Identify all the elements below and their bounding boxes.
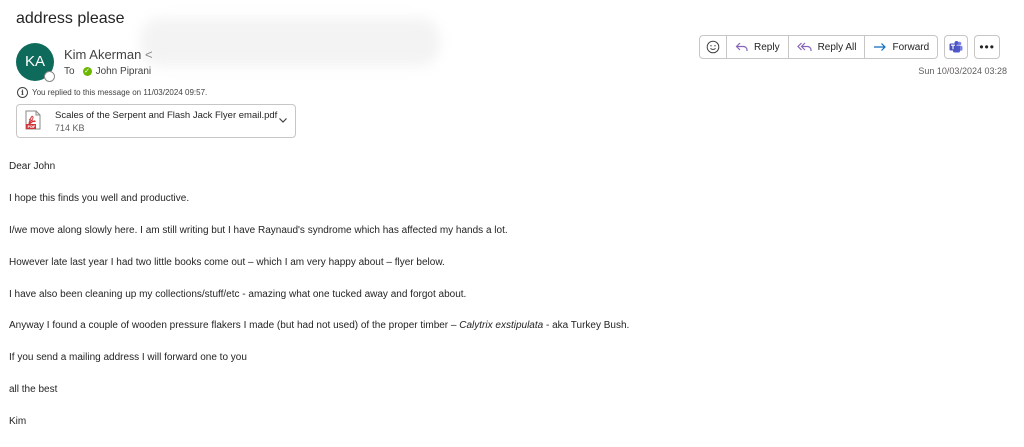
body-paragraph-6: If you send a mailing address I will for… [9,352,247,363]
forward-icon [874,43,887,51]
sender-name[interactable]: Kim Akerman < [64,47,153,62]
email-subject: address please [16,10,125,27]
forward-label: Forward [892,41,930,53]
recipient-name[interactable]: John Piprani [96,66,152,77]
sender-address-open: < [144,47,153,62]
body-paragraph-2: I/we move along slowly here. I am still … [9,225,508,236]
attachment-card[interactable]: PDF Scales of the Serpent and Flash Jack… [16,104,296,138]
teams-chat-button[interactable] [944,35,969,59]
body-greeting: Dear John [9,161,56,172]
body-signature: Kim [9,416,27,427]
reply-all-label: Reply All [817,41,857,53]
email-reading-pane: address please KA Kim Akerman < To ✓ Joh… [0,0,1024,447]
body-paragraph-5-end: - aka Turkey Bush. [543,320,630,331]
attachment-size: 714 KB [55,123,85,133]
teams-icon [949,41,963,53]
svg-text:PDF: PDF [28,125,36,129]
more-actions-button[interactable]: ••• [974,35,1001,59]
redacted-sender-address [140,18,440,66]
reply-all-icon [796,42,812,51]
info-icon: i [17,87,28,98]
to-label: To [64,66,75,77]
emoji-smile-icon [706,40,720,54]
sender-name-text: Kim Akerman [64,47,142,62]
forward-button[interactable]: Forward [865,36,937,58]
replied-notice-text: You replied to this message on 11/03/202… [32,88,208,97]
body-closing: all the best [9,384,58,395]
reply-actions-group: Reply Reply All Forward [699,35,939,59]
body-paragraph-4: I have also been cleaning up my collecti… [9,289,467,300]
chevron-down-icon[interactable] [277,114,289,126]
message-toolbar: Reply Reply All Forward ••• [699,35,1001,59]
body-paragraph-5-start: Anyway I found a couple of wooden pressu… [9,320,460,331]
attachment-name: Scales of the Serpent and Flash Jack Fly… [55,110,278,121]
reply-all-button[interactable]: Reply All [789,36,866,58]
presence-status-icon [44,71,55,82]
available-status-icon: ✓ [82,67,92,76]
react-button[interactable] [700,36,727,58]
reply-icon [735,42,748,51]
pdf-icon: PDF [25,110,41,130]
body-paragraph-3: However late last year I had two little … [9,257,445,268]
body-paragraph-5: Anyway I found a couple of wooden pressu… [9,320,629,331]
species-name: Calytrix exstipulata [459,320,544,331]
reply-label: Reply [754,41,780,53]
body-paragraph-1: I hope this finds you well and productiv… [9,193,190,204]
received-timestamp: Sun 10/03/2024 03:28 [918,66,1007,76]
reply-button[interactable]: Reply [727,36,789,58]
recipient-row: To ✓ John Piprani [64,66,151,77]
replied-notice: i You replied to this message on 11/03/2… [17,87,207,98]
